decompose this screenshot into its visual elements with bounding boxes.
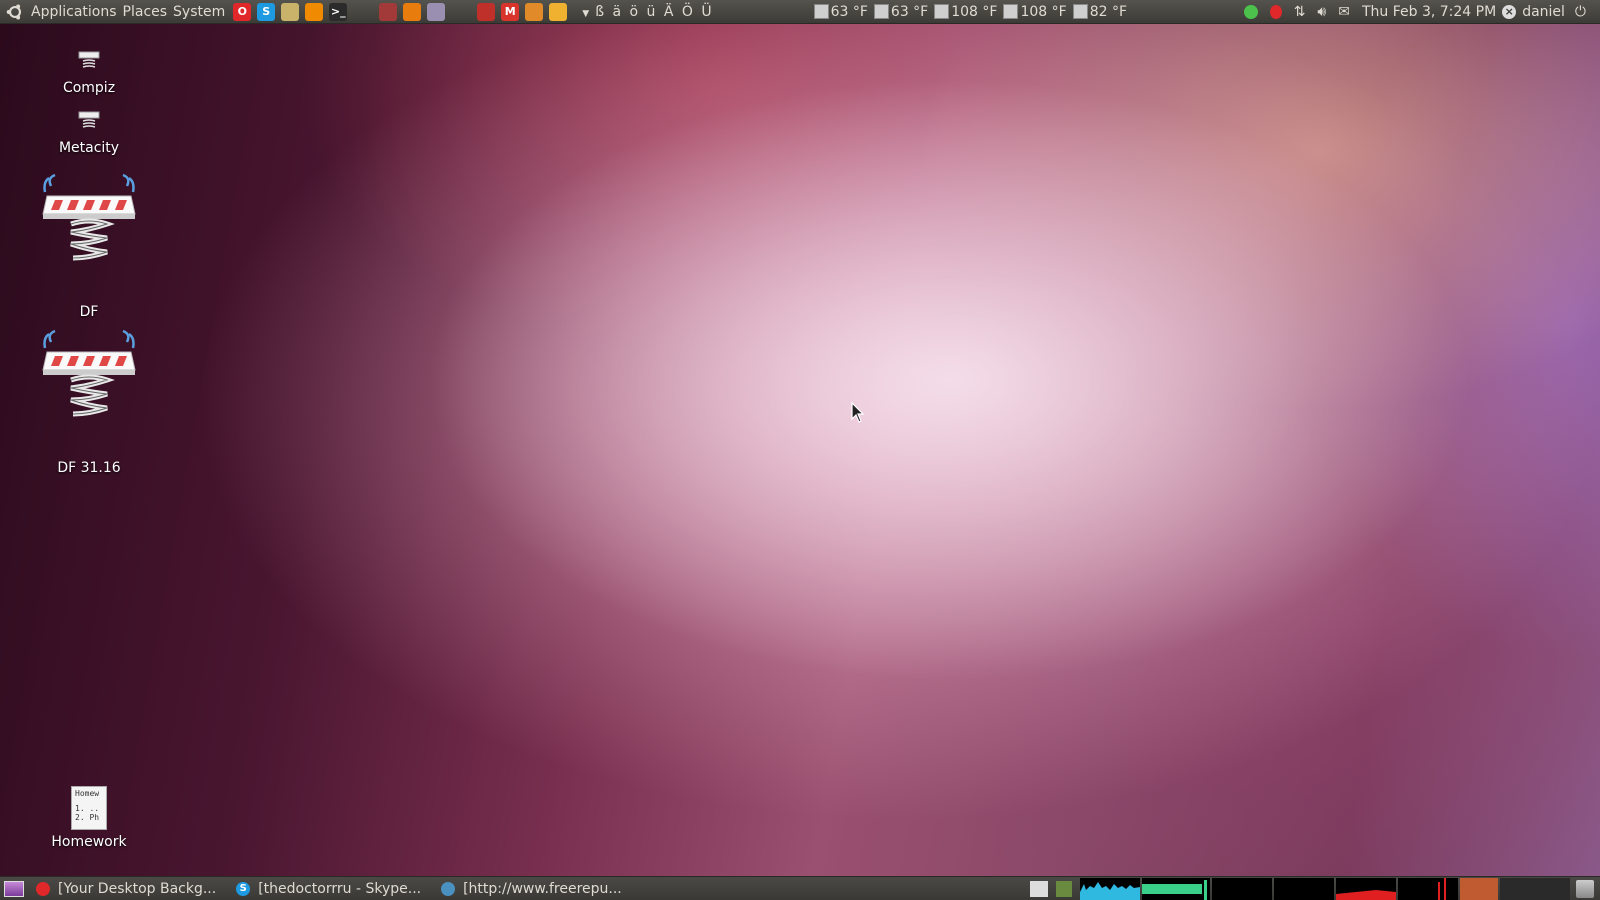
special-chars-applet[interactable]: ▼ ß ä ö ü Ä Ö Ü — [582, 4, 713, 20]
launcher-inkscape-icon[interactable] — [427, 3, 445, 21]
desktop-icon-df-31-16[interactable]: DF 31.16 — [24, 328, 154, 476]
opera-tray-icon[interactable] — [1270, 5, 1282, 19]
chip-icon — [1003, 4, 1018, 19]
icon-label: Compiz — [24, 80, 154, 96]
taskbar-item-label: [thedoctorrru - Skype... — [258, 881, 421, 897]
text-file-icon: Homew 1. .. 2. Ph — [71, 786, 107, 830]
user-name[interactable]: daniel — [1522, 4, 1565, 20]
spring-launcher-icon — [41, 328, 137, 428]
trash-icon[interactable] — [1576, 880, 1594, 898]
launcher-group-1: OS >_ — [230, 3, 350, 21]
sensor-3[interactable]: 108 °F — [934, 4, 997, 20]
spring-icon — [77, 50, 101, 72]
sensor-2[interactable]: 63 °F — [874, 4, 928, 20]
sensor-value: 108 °F — [951, 4, 997, 20]
taskbar-item[interactable]: S [thedoctorrru - Skype... — [228, 878, 429, 900]
power-icon[interactable]: ⏻ — [1575, 4, 1586, 20]
taskbar-item-label: [Your Desktop Backg... — [58, 881, 216, 897]
mouse-cursor-icon — [851, 402, 865, 424]
memory-graph-plot — [1142, 878, 1210, 900]
disk-graph-plot — [1398, 878, 1458, 900]
chip-icon — [814, 4, 829, 19]
window-list: [Your Desktop Backg... S [thedoctorrru - S… — [28, 878, 634, 900]
harddisk-icon — [1073, 4, 1088, 19]
icon-label: Homework — [24, 834, 154, 850]
load-graph[interactable] — [1274, 878, 1334, 900]
top-panel: Applications Places System OS >_ M ▼ ß ä ö… — [0, 0, 1600, 24]
menu-applications[interactable]: Applications — [28, 4, 120, 20]
mail-icon[interactable]: ✉︎ — [1338, 4, 1350, 20]
launcher-tool-icon[interactable] — [379, 3, 397, 21]
taskbar-item-label: [http://www.freerepu... — [463, 881, 622, 897]
network-graph[interactable] — [1336, 878, 1396, 900]
window-app-icon — [441, 882, 455, 896]
cpu-graph[interactable] — [1080, 878, 1140, 900]
sensor-value: 63 °F — [831, 4, 868, 20]
cpufreq-icon[interactable] — [1056, 881, 1072, 897]
thermal-graph[interactable] — [1460, 878, 1498, 900]
launcher-group-2 — [376, 3, 448, 21]
special-chars[interactable]: ß ä ö ü Ä Ö Ü — [595, 4, 713, 20]
file-preview-line: 1. .. — [75, 804, 103, 813]
sensor-value: 63 °F — [891, 4, 928, 20]
memory-graph[interactable] — [1142, 878, 1210, 900]
network-icon[interactable]: ⇅ — [1294, 4, 1306, 20]
chip-icon — [874, 4, 889, 19]
cpu-graph-plot — [1080, 878, 1140, 900]
menu-places[interactable]: Places — [120, 4, 171, 20]
launcher-group-3: M — [474, 3, 570, 21]
file-preview-line: Homew — [75, 789, 103, 798]
ubuntu-logo-icon[interactable] — [6, 3, 24, 21]
launcher-app-icon[interactable] — [549, 3, 567, 21]
launcher-opera-icon[interactable]: O — [233, 3, 251, 21]
volume-icon[interactable]: 🔊︎ — [1317, 4, 1326, 20]
user-status-icon[interactable]: × — [1502, 5, 1516, 19]
icon-label: DF 31.16 — [24, 460, 154, 476]
chat-status-icon[interactable] — [1244, 5, 1258, 19]
menu-system[interactable]: System — [170, 4, 228, 20]
sensor-4[interactable]: 108 °F — [1003, 4, 1066, 20]
launcher-blender-icon[interactable] — [403, 3, 421, 21]
sensor-5[interactable]: 82 °F — [1073, 4, 1127, 20]
swap-graph[interactable] — [1212, 878, 1272, 900]
chevron-down-icon[interactable]: ▼ — [582, 9, 591, 19]
spring-icon — [77, 110, 101, 132]
main-menu: Applications Places System — [28, 0, 228, 24]
desktop-icon-metacity[interactable]: Metacity — [24, 110, 154, 156]
show-desktop-button[interactable] — [4, 881, 24, 897]
launcher-banshee-icon[interactable] — [281, 3, 299, 21]
hardware-sensors: 63 °F 63 °F 108 °F 108 °F 82 °F — [814, 4, 1133, 20]
launcher-files-icon[interactable] — [525, 3, 543, 21]
taskbar-item[interactable]: [Your Desktop Backg... — [28, 878, 224, 900]
launcher-vlc-icon[interactable] — [305, 3, 323, 21]
desktop-icon-df[interactable]: DF — [24, 172, 154, 320]
icon-label: DF — [24, 304, 154, 320]
desktop-icon-homework[interactable]: Homew 1. .. 2. Ph Homework — [24, 786, 154, 850]
icon-label: Metacity — [24, 140, 154, 156]
desktop-icon-compiz[interactable]: Compiz — [24, 50, 154, 96]
system-monitor — [1030, 878, 1600, 900]
sensor-1[interactable]: 63 °F — [814, 4, 868, 20]
taskbar-item[interactable]: [http://www.freerepu... — [433, 878, 630, 900]
launcher-skype-icon[interactable]: S — [257, 3, 275, 21]
chip-icon — [934, 4, 949, 19]
launcher-mahjong-icon[interactable] — [477, 3, 495, 21]
window-app-icon: S — [236, 882, 250, 896]
spring-launcher-icon — [41, 172, 137, 272]
network-graph-plot — [1336, 878, 1396, 900]
file-preview-line: 2. Ph — [75, 813, 103, 822]
extra-graph[interactable] — [1500, 878, 1570, 900]
disk-graph[interactable] — [1398, 878, 1458, 900]
clock[interactable]: Thu Feb 3, 7:24 PM — [1362, 4, 1496, 20]
launcher-terminal-icon[interactable]: >_ — [329, 3, 347, 21]
system-tray: ⇅ 🔊︎ ✉︎ Thu Feb 3, 7:24 PM × daniel ⏻ — [1238, 4, 1600, 20]
sensor-value: 82 °F — [1090, 4, 1127, 20]
bottom-panel: [Your Desktop Backg... S [thedoctorrru - S… — [0, 876, 1600, 900]
sensor-value: 108 °F — [1020, 4, 1066, 20]
window-app-icon — [36, 882, 50, 896]
screenshot-icon[interactable] — [1030, 881, 1048, 897]
launcher-gmail-icon[interactable]: M — [501, 3, 519, 21]
